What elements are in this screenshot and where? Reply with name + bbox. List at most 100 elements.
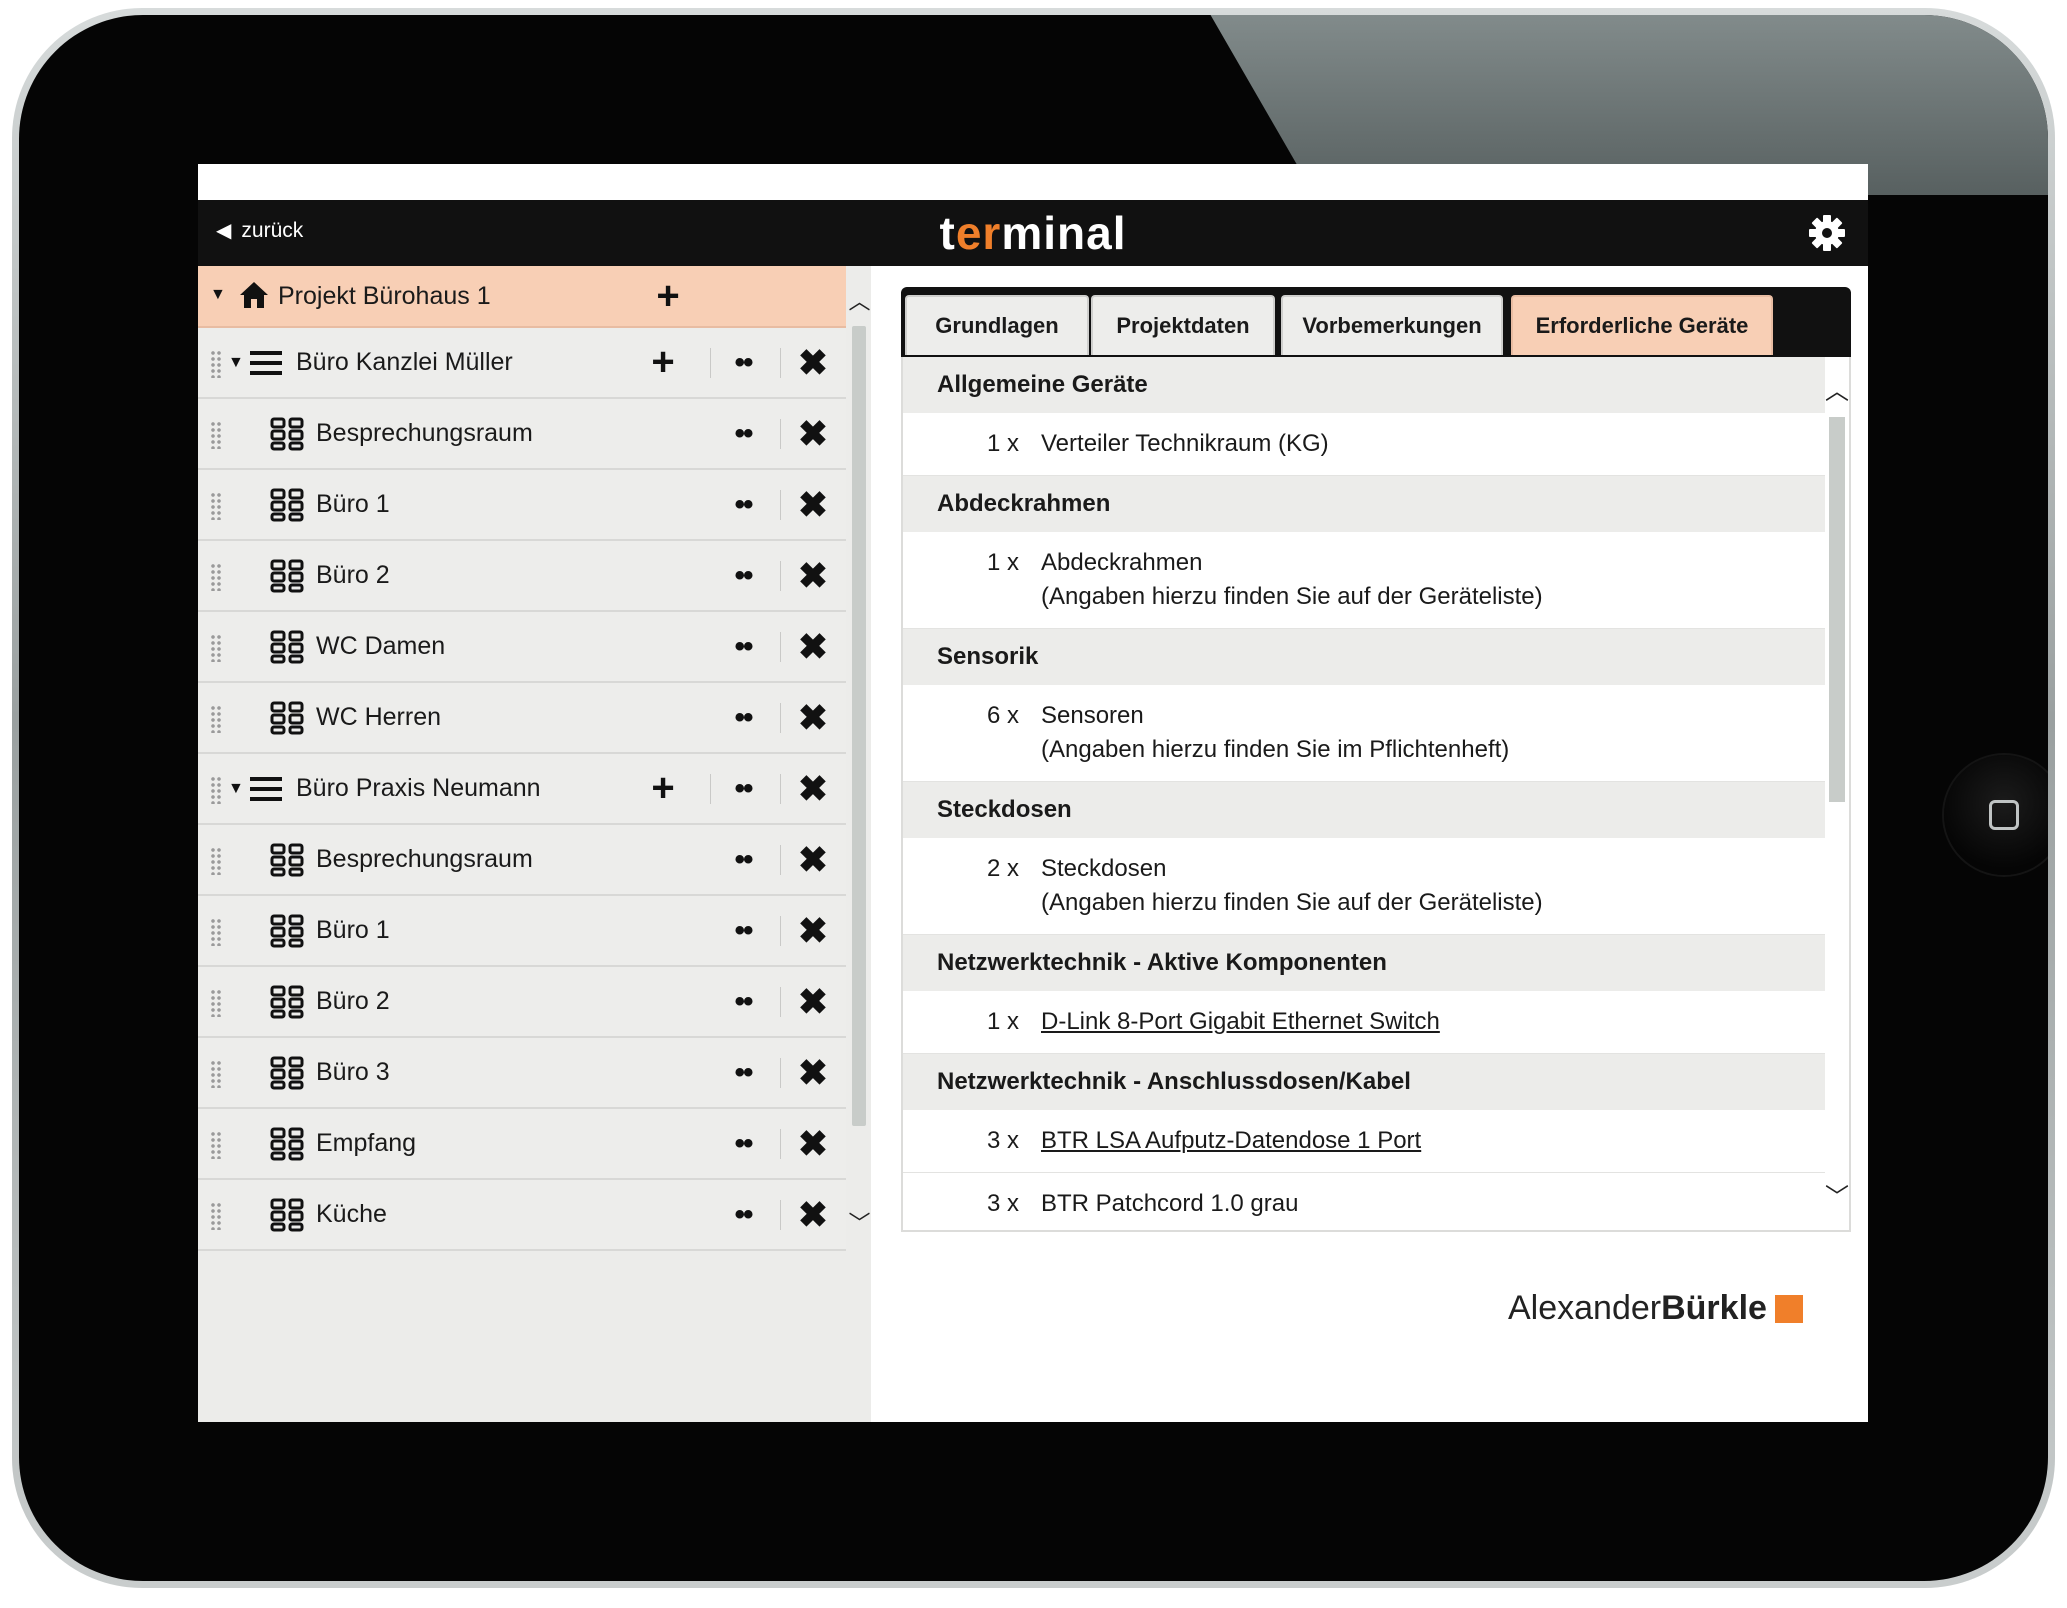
add-button[interactable]: + [643, 266, 693, 326]
delete-button[interactable]: ✖ [788, 328, 838, 397]
item-text: Abdeckrahmen [1041, 549, 1203, 576]
device-item: 6 x Sensoren (Angaben hierzu finden Sie im… [903, 685, 1849, 782]
delete-button[interactable]: ✖ [788, 1109, 838, 1178]
delete-button[interactable]: ✖ [788, 825, 838, 894]
delete-button[interactable]: ✖ [788, 1038, 838, 1107]
tree-group-row[interactable]: ▼ Büro Kanzlei Müller + •• ✖ [198, 328, 846, 399]
item-text: Sensoren [1041, 702, 1144, 729]
drag-handle-icon[interactable] [210, 918, 222, 946]
battery-icon [1828, 174, 1864, 190]
tree-room-row[interactable]: Büro 2 •• ✖ [198, 967, 846, 1038]
drag-handle-icon[interactable] [210, 705, 222, 733]
room-grid-icon [270, 985, 304, 1024]
caret-down-icon[interactable]: ▼ [228, 780, 244, 798]
chevron-down-icon[interactable]: ﹀ [1825, 1177, 1849, 1212]
chevron-up-icon[interactable]: ︿ [1825, 371, 1849, 406]
home-button[interactable] [1944, 755, 2048, 875]
tab-3[interactable]: Vorbemerkungen [1281, 295, 1503, 355]
tab-1[interactable]: Grundlagen [905, 295, 1089, 355]
add-button[interactable]: + [638, 754, 688, 823]
more-button[interactable]: •• [718, 1109, 768, 1178]
room-grid-icon [270, 488, 304, 527]
status-bar: iPad [198, 164, 1868, 200]
drag-handle-icon[interactable] [210, 847, 222, 875]
tree-root-row[interactable]: ▼ Projekt Bürohaus 1 + [198, 266, 846, 328]
chevron-down-icon[interactable]: ﹀ [848, 1206, 871, 1238]
section-header: Sensorik [903, 629, 1849, 685]
drag-handle-icon[interactable] [210, 492, 222, 520]
tree-room-row[interactable]: Besprechungsraum •• ✖ [198, 399, 846, 470]
tree-room-row[interactable]: WC Damen •• ✖ [198, 612, 846, 683]
more-button[interactable]: •• [718, 683, 768, 752]
device-item[interactable]: 3 x BTR LSA Aufputz-Datendose 1 Port [903, 1110, 1849, 1173]
gear-icon[interactable] [1808, 214, 1846, 252]
more-button[interactable]: •• [718, 612, 768, 681]
tree-scrollbar[interactable]: ︿ ﹀ [848, 266, 871, 1266]
caret-down-icon[interactable]: ▼ [228, 354, 244, 372]
tree-room-row[interactable]: Büro 3 •• ✖ [198, 1038, 846, 1109]
item-quantity: 1 x [986, 430, 1019, 457]
tree-room-row[interactable]: Empfang •• ✖ [198, 1109, 846, 1180]
device-link[interactable]: D-Link 8-Port Gigabit Ethernet Switch [1041, 1008, 1440, 1035]
delete-button[interactable]: ✖ [788, 1180, 838, 1249]
device-link[interactable]: BTR LSA Aufputz-Datendose 1 Port [1041, 1127, 1421, 1154]
more-button[interactable]: •• [718, 754, 768, 823]
tab-bar: Grundlagen Projektdaten Vorbemerkungen Erfo… [901, 287, 1851, 357]
drag-handle-icon[interactable] [210, 1060, 222, 1088]
delete-button[interactable]: ✖ [788, 399, 838, 468]
caret-down-icon[interactable]: ▼ [210, 286, 226, 304]
tree-room-row[interactable]: Küche •• ✖ [198, 1180, 846, 1251]
drag-handle-icon[interactable] [210, 421, 222, 449]
more-button[interactable]: •• [718, 470, 768, 539]
section-list: Allgemeine Geräte 1 x Verteiler Technikrau… [903, 357, 1849, 1230]
delete-button[interactable]: ✖ [788, 470, 838, 539]
drag-handle-icon[interactable] [210, 634, 222, 662]
app-screen: iPad ◀ zurück terminal ▼ Projekt Bürohau… [198, 164, 1868, 1422]
drag-handle-icon[interactable] [210, 1131, 222, 1159]
delete-button[interactable]: ✖ [788, 683, 838, 752]
project-tree: ▼ Projekt Bürohaus 1 + ▼ Büro Kanzlei Mül… [198, 266, 846, 1251]
device-item: 1 x Abdeckrahmen (Angaben hierzu finden Si… [903, 532, 1849, 629]
drag-handle-icon[interactable] [210, 776, 222, 804]
delete-button[interactable]: ✖ [788, 612, 838, 681]
tree-room-row[interactable]: Büro 2 •• ✖ [198, 541, 846, 612]
more-button[interactable]: •• [718, 896, 768, 965]
tree-room-row[interactable]: Büro 1 •• ✖ [198, 470, 846, 541]
scroll-thumb[interactable] [1829, 417, 1845, 802]
tree-room-row[interactable]: WC Herren •• ✖ [198, 683, 846, 754]
tree-room-label: Büro 2 [316, 987, 390, 1015]
tab-2[interactable]: Projektdaten [1091, 295, 1275, 355]
item-quantity: 1 x [986, 1008, 1019, 1035]
item-quantity: 6 x [986, 702, 1019, 729]
item-quantity: 3 x [986, 1190, 1019, 1217]
tree-room-row[interactable]: Büro 1 •• ✖ [198, 896, 846, 967]
room-grid-icon [270, 1198, 304, 1237]
add-button[interactable]: + [638, 328, 688, 397]
more-button[interactable]: •• [718, 1038, 768, 1107]
device-item[interactable]: 1 x D-Link 8-Port Gigabit Ethernet Switch [903, 991, 1849, 1054]
more-button[interactable]: •• [718, 967, 768, 1036]
more-button[interactable]: •• [718, 399, 768, 468]
home-icon [1989, 800, 2019, 830]
tree-group-row[interactable]: ▼ Büro Praxis Neumann + •• ✖ [198, 754, 846, 825]
drag-handle-icon[interactable] [210, 989, 222, 1017]
delete-button[interactable]: ✖ [788, 896, 838, 965]
drag-handle-icon[interactable] [210, 563, 222, 591]
section-header: Netzwerktechnik - Aktive Komponenten [903, 935, 1849, 991]
more-button[interactable]: •• [718, 328, 768, 397]
tab-4[interactable]: Erforderliche Geräte [1511, 295, 1773, 355]
tree-room-row[interactable]: Besprechungsraum •• ✖ [198, 825, 846, 896]
scroll-thumb[interactable] [852, 326, 866, 1126]
list-scrollbar[interactable]: ︿ ﹀ [1825, 357, 1849, 1230]
more-button[interactable]: •• [718, 1180, 768, 1249]
delete-button[interactable]: ✖ [788, 541, 838, 610]
drag-handle-icon[interactable] [210, 350, 222, 378]
tree-room-label: WC Herren [316, 703, 442, 731]
drag-handle-icon[interactable] [210, 1202, 222, 1230]
app-title: terminal [939, 207, 1127, 259]
more-button[interactable]: •• [718, 825, 768, 894]
chevron-up-icon[interactable]: ︿ [848, 284, 871, 316]
delete-button[interactable]: ✖ [788, 967, 838, 1036]
more-button[interactable]: •• [718, 541, 768, 610]
delete-button[interactable]: ✖ [788, 754, 838, 823]
